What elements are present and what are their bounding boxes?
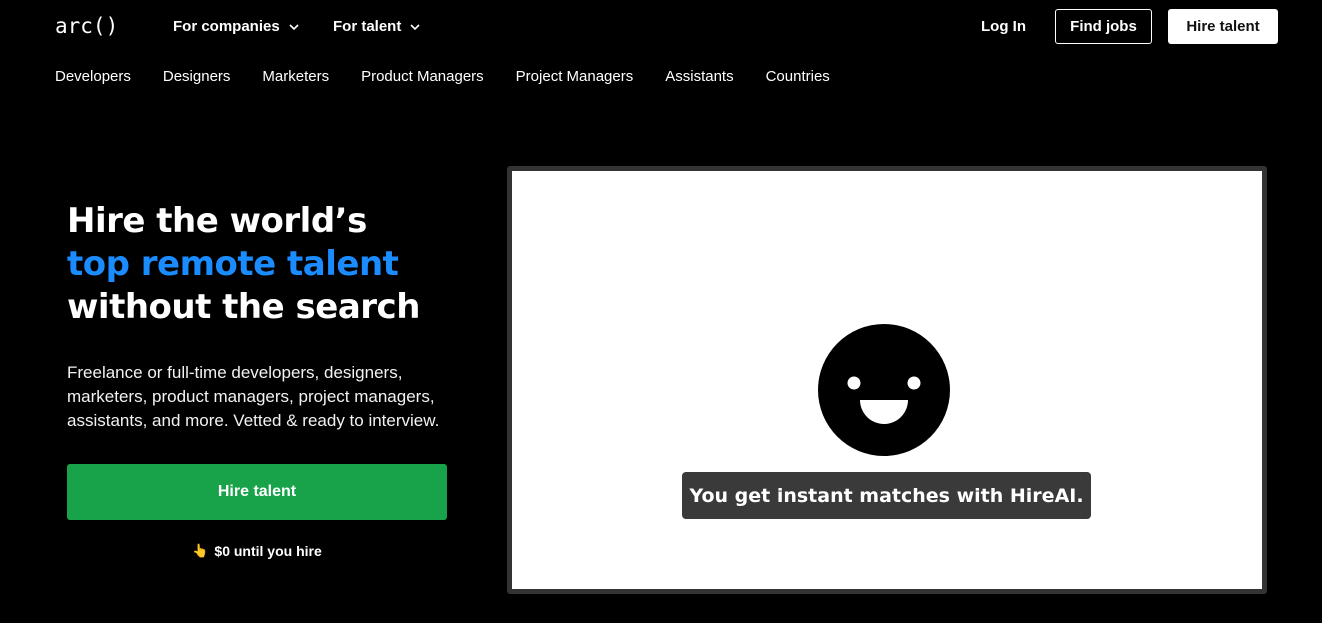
- price-note: 👆 $0 until you hire: [0, 542, 514, 559]
- hero-title-line3: without the search: [67, 287, 420, 327]
- hero-title: Hire the world’s top remote talent witho…: [67, 200, 420, 329]
- subnav-assistants[interactable]: Assistants: [665, 68, 733, 85]
- subnav-designers[interactable]: Designers: [163, 68, 231, 85]
- nav-for-companies[interactable]: For companies: [173, 18, 302, 35]
- hero-title-line1: Hire the world’s: [67, 201, 367, 241]
- hero-title-line2: top remote talent: [67, 244, 399, 284]
- login-link[interactable]: Log In: [981, 18, 1026, 35]
- pointing-hand-icon: 👆: [192, 543, 209, 558]
- arc-logo[interactable]: arc(): [55, 14, 118, 38]
- nav-for-companies-label: For companies: [173, 18, 280, 35]
- video-screen: You get instant matches with HireAI.: [512, 171, 1262, 589]
- price-note-text: $0 until you hire: [214, 543, 322, 559]
- nav-for-talent[interactable]: For talent: [333, 18, 423, 35]
- hire-talent-cta-button[interactable]: Hire talent: [67, 464, 447, 520]
- page: arc() For companies For talent Log In Fi…: [0, 0, 1322, 623]
- find-jobs-button[interactable]: Find jobs: [1055, 9, 1152, 44]
- hire-talent-header-button[interactable]: Hire talent: [1168, 9, 1278, 44]
- nav-for-talent-label: For talent: [333, 18, 402, 35]
- subnav-project-managers[interactable]: Project Managers: [516, 68, 634, 85]
- subnav-developers[interactable]: Developers: [55, 68, 131, 85]
- smiley-face-icon: [818, 324, 950, 456]
- video-caption: You get instant matches with HireAI.: [682, 472, 1091, 519]
- category-nav: Developers Designers Marketers Product M…: [55, 68, 830, 85]
- subnav-marketers[interactable]: Marketers: [262, 68, 329, 85]
- chevron-down-icon: [410, 23, 420, 30]
- subnav-countries[interactable]: Countries: [766, 68, 830, 85]
- subnav-product-managers[interactable]: Product Managers: [361, 68, 484, 85]
- hero-description: Freelance or full-time developers, desig…: [67, 363, 440, 430]
- chevron-down-icon: [289, 23, 299, 30]
- video-player[interactable]: You get instant matches with HireAI.: [507, 166, 1267, 594]
